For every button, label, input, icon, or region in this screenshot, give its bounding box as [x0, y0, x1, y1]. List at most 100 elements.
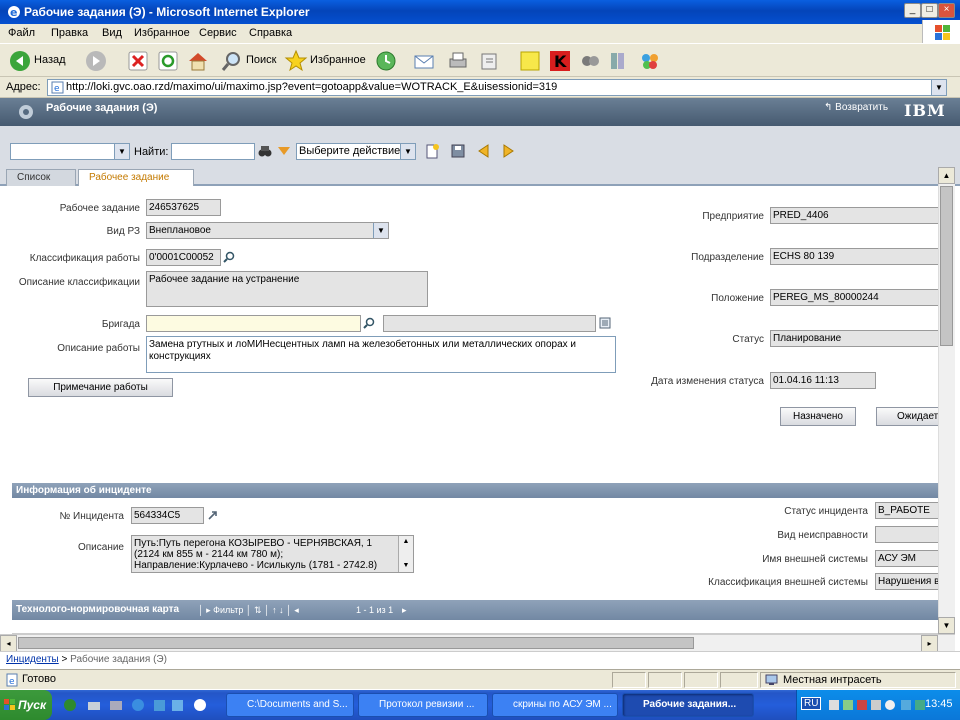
kaspersky-icon[interactable]: K: [548, 49, 572, 73]
next-page-icon[interactable]: ▸: [402, 600, 407, 620]
waiting-button[interactable]: Ожидает: [876, 407, 938, 426]
search-button[interactable]: Поиск: [246, 54, 276, 66]
status-bar: e Готово Местная интрасеть: [0, 669, 960, 689]
go-to-icon[interactable]: [207, 509, 219, 521]
stop-icon[interactable]: [126, 49, 150, 73]
back-button[interactable]: Назад: [34, 54, 66, 66]
org-field[interactable]: PRED_4406: [770, 207, 938, 224]
next-record-icon[interactable]: [500, 143, 516, 159]
binoculars-icon[interactable]: [258, 144, 272, 158]
return-link[interactable]: ↰ Возвратить: [824, 102, 888, 113]
wo-type-select[interactable]: Внеплановое ▼: [146, 222, 389, 239]
chevron-down-icon: ▼: [400, 144, 415, 159]
start-button[interactable]: Пуск: [0, 690, 52, 720]
action-select[interactable]: Выберите действие ▼: [296, 143, 416, 160]
menu-file[interactable]: Файл: [8, 27, 35, 39]
horizontal-scrollbar[interactable]: ◂ ▸: [0, 634, 955, 652]
ext-system-field[interactable]: АСУ ЭМ: [875, 550, 938, 567]
loc-field[interactable]: PEREG_MS_80000244: [770, 289, 938, 306]
home-icon[interactable]: [186, 49, 210, 73]
save-icon[interactable]: [450, 143, 466, 159]
wo-type-value: Внеплановое: [149, 225, 211, 236]
crew-desc-field[interactable]: [383, 315, 596, 332]
incident-status-field[interactable]: В_РАБОТЕ: [875, 502, 938, 519]
taskbar-ie-work-orders[interactable]: Рабочие задания...: [622, 693, 754, 717]
action-dropdown-icon[interactable]: [277, 145, 291, 157]
address-dropdown-icon[interactable]: ▼: [931, 80, 946, 95]
print-icon[interactable]: [446, 49, 470, 73]
maximize-button[interactable]: □: [921, 3, 938, 18]
address-input[interactable]: e http://loki.gvc.oao.rzd/maximo/ui/maxi…: [47, 79, 947, 96]
tech-card-table: [12, 622, 938, 634]
previous-record-icon[interactable]: [476, 143, 492, 159]
chevron-down-icon: ▼: [373, 223, 388, 238]
taskbar-word-protocol[interactable]: Протокол ревизии ...: [358, 693, 488, 717]
incident-desc-field[interactable]: Путь:Путь перегона КОЗЫРЕВО - ЧЕРНЯВСКАЯ…: [131, 535, 414, 573]
fault-type-label: Вид неисправности: [777, 530, 868, 541]
msn-butterfly-icon[interactable]: [638, 49, 662, 73]
favorites-star-icon[interactable]: [284, 49, 308, 73]
ext-class-field[interactable]: Нарушения в: [875, 573, 938, 590]
taskbar-word-screens[interactable]: скрины по АСУ ЭМ ...: [492, 693, 618, 717]
lookup-icon[interactable]: [223, 251, 235, 263]
menu-tools[interactable]: Сервис: [199, 27, 237, 39]
detail-menu-icon[interactable]: [599, 317, 611, 329]
query-select[interactable]: ▼: [10, 143, 130, 160]
find-input[interactable]: [171, 143, 255, 160]
note-icon[interactable]: [518, 49, 542, 73]
scroll-up-icon[interactable]: ▲: [938, 167, 955, 184]
language-indicator[interactable]: RU: [801, 697, 822, 710]
dept-field[interactable]: ECHS 80 139: [770, 248, 938, 265]
scroll-up-icon[interactable]: ▲: [399, 536, 413, 548]
status-field[interactable]: Планирование: [770, 330, 938, 347]
favorites-button[interactable]: Избранное: [310, 54, 366, 66]
lookup-icon[interactable]: [363, 317, 375, 329]
work-note-button[interactable]: Примечание работы: [28, 378, 173, 397]
minimize-button[interactable]: _: [904, 3, 921, 18]
taskbar-explorer[interactable]: C:\Documents and S...: [226, 693, 354, 717]
windows-flag-icon: [3, 698, 17, 712]
scroll-down-icon[interactable]: ▼: [938, 617, 955, 634]
research-icon[interactable]: [606, 49, 630, 73]
status-date-field[interactable]: 01.04.16 11:13: [770, 372, 876, 389]
search-icon[interactable]: [220, 49, 244, 73]
back-arrow-icon[interactable]: [8, 49, 32, 73]
class-label: Классификация работы: [29, 253, 140, 264]
tech-card-header[interactable]: Технолого-нормировочная карта │ ▸ Фильтр…: [12, 600, 938, 620]
menu-view[interactable]: Вид: [102, 27, 122, 39]
mail-icon[interactable]: [412, 49, 436, 73]
scroll-right-icon[interactable]: ▸: [921, 635, 938, 652]
tray-icons[interactable]: [827, 697, 927, 713]
crew-field[interactable]: [146, 315, 361, 332]
menu-help[interactable]: Справка: [249, 27, 292, 39]
tab-list[interactable]: Список: [6, 169, 76, 186]
horizontal-scroll-thumb[interactable]: [18, 637, 694, 649]
menu-edit[interactable]: Правка: [51, 27, 88, 39]
incident-section-header[interactable]: Информация об инциденте: [12, 483, 938, 498]
incident-num-field[interactable]: 564334C5: [131, 507, 204, 524]
scroll-thumb[interactable]: [940, 186, 953, 346]
menu-favorites[interactable]: Избранное: [134, 27, 190, 39]
scroll-down-icon[interactable]: ▼: [399, 560, 413, 572]
history-icon[interactable]: [374, 49, 398, 73]
class-desc-field[interactable]: Рабочее задание на устранение: [146, 271, 428, 307]
work-desc-field[interactable]: Замена ртутных и лоМИНесцентных ламп на …: [146, 336, 616, 373]
fault-type-field[interactable]: [875, 526, 938, 543]
tech-card-filter[interactable]: │ ▸ Фильтр │ ⇅ │ ↑ ↓ │ ◂: [198, 600, 299, 620]
close-button[interactable]: ×: [938, 3, 955, 18]
class-field[interactable]: 0'0001C00052: [146, 249, 221, 266]
refresh-icon[interactable]: [156, 49, 180, 73]
messenger-icon[interactable]: [578, 49, 602, 73]
assigned-button[interactable]: Назначено: [780, 407, 856, 426]
scroll-left-icon[interactable]: ◂: [0, 635, 17, 652]
crew-label: Бригада: [101, 319, 140, 330]
incident-desc-scrollbar[interactable]: ▲ ▼: [398, 536, 413, 572]
window-titlebar[interactable]: e Рабочие задания (Э) - Microsoft Intern…: [0, 0, 960, 24]
wo-number-field[interactable]: 246537625: [146, 199, 221, 216]
edit-icon[interactable]: [478, 49, 502, 73]
status-segment: [648, 672, 682, 688]
ie-icon: e: [6, 4, 22, 20]
forward-arrow-icon[interactable]: [84, 49, 108, 73]
breadcrumb-incidents-link[interactable]: Инциденты: [6, 654, 59, 665]
new-record-icon[interactable]: [424, 143, 440, 159]
